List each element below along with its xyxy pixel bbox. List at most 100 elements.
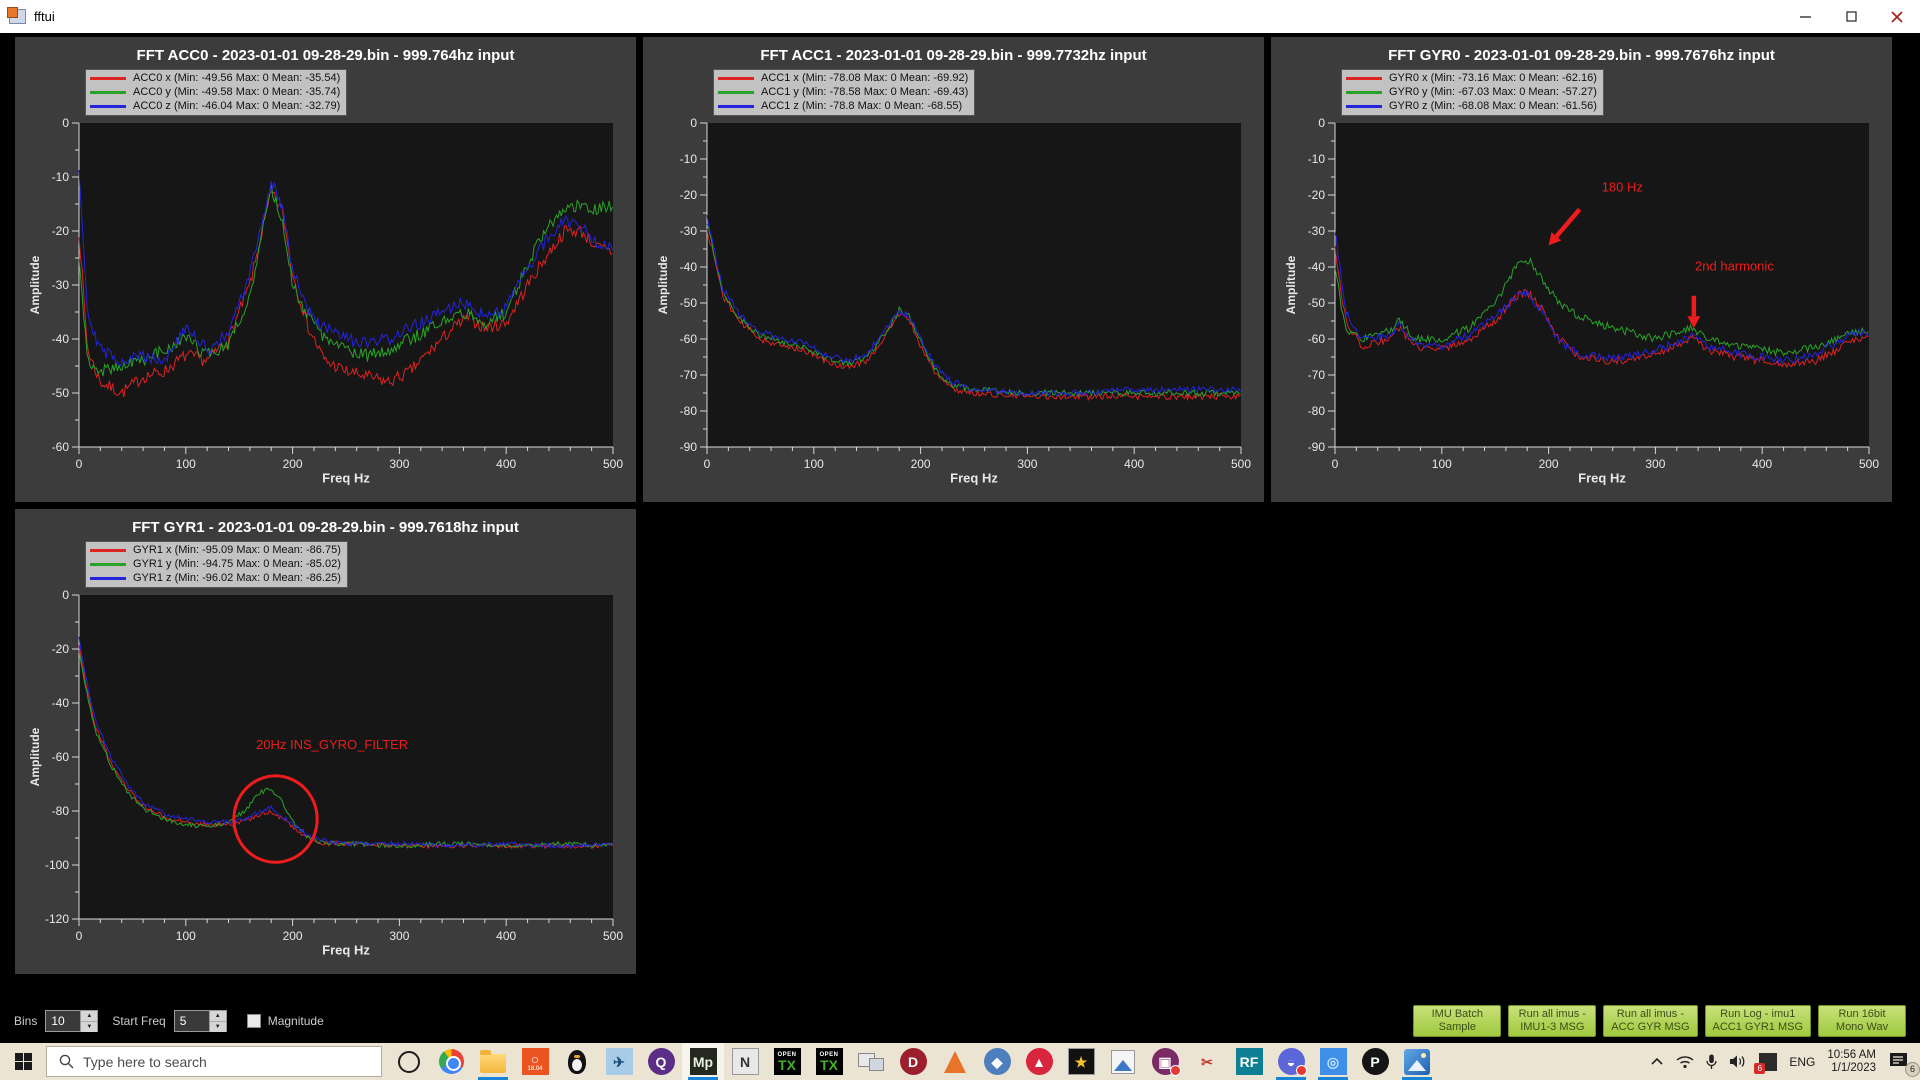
parrot-icon[interactable]: P xyxy=(1354,1043,1396,1080)
screen-recorder-icon[interactable]: ▣ xyxy=(1144,1043,1186,1080)
search-placeholder: Type here to search xyxy=(83,1054,207,1070)
run-all-imus-imu13-button[interactable]: Run all imus -IMU1-3 MSG xyxy=(1508,1005,1596,1037)
tray-app-icon[interactable]: 6 xyxy=(1759,1053,1777,1071)
close-button[interactable] xyxy=(1874,0,1920,33)
svg-text:-60: -60 xyxy=(52,750,70,764)
notepad-editor-icon[interactable]: N xyxy=(724,1043,766,1080)
qgroundcontrol-icon[interactable]: Q xyxy=(640,1043,682,1080)
run-log-imu1-button[interactable]: Run Log - imu1ACC1 GYR1 MSG xyxy=(1705,1005,1811,1037)
qgroundcontrol-glyph: Q xyxy=(648,1048,675,1075)
chrome-icon[interactable] xyxy=(430,1043,472,1080)
search-icon xyxy=(59,1054,74,1069)
legend-label: GYR0 y (Min: -67.03 Max: 0 Mean: -57.27) xyxy=(1389,86,1597,98)
fft-panel-acc1: 0-10-20-30-40-50-60-70-80-90010020030040… xyxy=(643,37,1264,502)
bins-value[interactable]: 10 xyxy=(45,1010,81,1032)
daemon-tools-icon[interactable]: D xyxy=(892,1043,934,1080)
spin-down-icon[interactable]: ▼ xyxy=(210,1022,226,1032)
microphone-icon[interactable] xyxy=(1706,1054,1717,1070)
realflight-icon[interactable]: RF xyxy=(1228,1043,1270,1080)
svg-text:0: 0 xyxy=(62,116,69,130)
minimize-button[interactable] xyxy=(1782,0,1828,33)
magnitude-label: Magnitude xyxy=(268,1014,324,1028)
taskbar-search-input[interactable]: Type here to search xyxy=(46,1046,382,1077)
etcher-icon[interactable]: ◆ xyxy=(976,1043,1018,1080)
wifi-icon[interactable] xyxy=(1676,1055,1694,1069)
svg-text:-60: -60 xyxy=(1308,332,1326,346)
opentx-companion-glyph: OPENTX xyxy=(816,1048,843,1075)
legend-line-swatch xyxy=(1346,91,1382,94)
image-editor-icon[interactable] xyxy=(1102,1043,1144,1080)
svg-text:100: 100 xyxy=(804,457,824,471)
chevron-up-icon[interactable] xyxy=(1650,1057,1664,1066)
svg-text:300: 300 xyxy=(1645,457,1665,471)
legend-line-swatch xyxy=(718,91,754,94)
language-indicator[interactable]: ENG xyxy=(1789,1055,1815,1069)
svg-text:500: 500 xyxy=(1231,457,1251,471)
chart-legend-gyr0: GYR0 x (Min: -73.16 Max: 0 Mean: -62.16)… xyxy=(1341,69,1604,116)
linux-tux-icon[interactable] xyxy=(556,1043,598,1080)
vlc-icon[interactable] xyxy=(934,1043,976,1080)
svg-text:-40: -40 xyxy=(52,332,70,346)
bins-spinner-arrows[interactable]: ▲▼ xyxy=(81,1010,98,1032)
legend-label: GYR1 y (Min: -94.75 Max: 0 Mean: -85.02) xyxy=(133,558,341,570)
mission-planner-icon[interactable]: Mp xyxy=(682,1043,724,1080)
media-player-icon[interactable]: ★ xyxy=(1060,1043,1102,1080)
discord-icon[interactable]: ◒ xyxy=(1270,1043,1312,1080)
svg-text:0: 0 xyxy=(62,588,69,602)
legend-label: ACC0 z (Min: -46.04 Max: 0 Mean: -32.79) xyxy=(133,100,340,112)
bins-spinner[interactable]: 10 ▲▼ xyxy=(45,1010,98,1032)
spin-up-icon[interactable]: ▲ xyxy=(210,1011,226,1022)
file-explorer-icon[interactable] xyxy=(472,1043,514,1080)
run-all-imus-accgyr-button[interactable]: Run all imus -ACC GYR MSG xyxy=(1603,1005,1697,1037)
maximize-button[interactable] xyxy=(1828,0,1874,33)
fft-panel-gyr0: 0-10-20-30-40-50-60-70-80-90010020030040… xyxy=(1271,37,1892,502)
chart-legend-gyr1: GYR1 x (Min: -95.09 Max: 0 Mean: -86.75)… xyxy=(85,541,348,588)
run-16bit-mono-wav-button[interactable]: Run 16bitMono Wav xyxy=(1818,1005,1906,1037)
display-extend-icon[interactable] xyxy=(850,1043,892,1080)
svg-text:0: 0 xyxy=(76,457,83,471)
start-freq-spinner[interactable]: 5 ▲▼ xyxy=(174,1010,227,1032)
svg-text:-20: -20 xyxy=(52,224,70,238)
svg-text:-90: -90 xyxy=(680,440,698,454)
svg-text:-50: -50 xyxy=(680,296,698,310)
x-axis-label: Freq Hz xyxy=(1578,471,1626,486)
fft-panel-acc0: 0-10-20-30-40-50-600100200300400500 FFT … xyxy=(15,37,636,502)
rocket-app-icon[interactable]: ▲ xyxy=(1018,1043,1060,1080)
snipping-tool-icon[interactable]: ✂ xyxy=(1186,1043,1228,1080)
rocket-app-glyph: ▲ xyxy=(1026,1048,1053,1075)
vlc-glyph xyxy=(944,1051,966,1073)
opentx-companion-icon[interactable]: OPENTX xyxy=(808,1043,850,1080)
start-button[interactable] xyxy=(0,1043,46,1080)
photos-icon[interactable] xyxy=(1396,1043,1438,1080)
badge-dot xyxy=(1170,1065,1181,1076)
svg-text:0: 0 xyxy=(1318,116,1325,130)
legend-label: ACC0 x (Min: -49.56 Max: 0 Mean: -35.54) xyxy=(133,72,340,84)
spin-up-icon[interactable]: ▲ xyxy=(81,1011,97,1022)
start-freq-spinner-arrows[interactable]: ▲▼ xyxy=(210,1010,227,1032)
opentx-icon[interactable]: OPENTX xyxy=(766,1043,808,1080)
speaker-icon[interactable] xyxy=(1729,1054,1747,1069)
annotation-text: 2nd harmonic xyxy=(1695,259,1774,274)
magnitude-checkbox[interactable] xyxy=(247,1014,261,1028)
ubuntu-icon[interactable]: ○18.04 xyxy=(514,1043,556,1080)
notification-center-icon[interactable]: 6 xyxy=(1888,1051,1914,1073)
legend-label: ACC0 y (Min: -49.58 Max: 0 Mean: -35.74) xyxy=(133,86,340,98)
badge-dot xyxy=(1296,1065,1307,1076)
svg-text:-80: -80 xyxy=(680,404,698,418)
svg-text:-30: -30 xyxy=(52,278,70,292)
mavproxy-icon[interactable]: ✈ xyxy=(598,1043,640,1080)
taskbar-clock[interactable]: 10:56 AM 1/1/2023 xyxy=(1827,1049,1876,1075)
svg-text:-40: -40 xyxy=(680,260,698,274)
legend-line-swatch xyxy=(90,577,126,580)
legend-line-swatch xyxy=(90,549,126,552)
annotation-text: 180 Hz xyxy=(1602,179,1643,194)
imu-batch-sample-button[interactable]: IMU BatchSample xyxy=(1413,1005,1501,1037)
svg-text:400: 400 xyxy=(1124,457,1144,471)
y-axis-label: Amplitude xyxy=(28,256,42,315)
y-axis-label: Amplitude xyxy=(1284,256,1298,315)
svg-text:-60: -60 xyxy=(680,332,698,346)
cortana-icon[interactable] xyxy=(388,1043,430,1080)
start-freq-value[interactable]: 5 xyxy=(174,1010,210,1032)
spin-down-icon[interactable]: ▼ xyxy=(81,1022,97,1032)
blue-app-icon[interactable]: ◎ xyxy=(1312,1043,1354,1080)
